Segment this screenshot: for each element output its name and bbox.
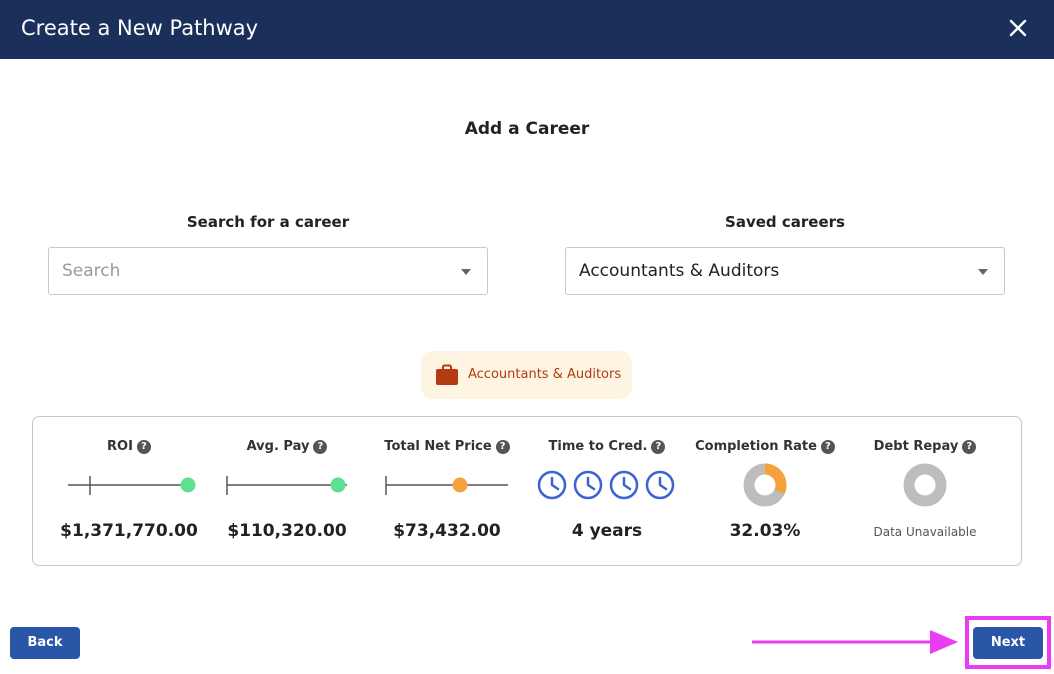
stat-total-net-price: Total Net Price? $73,432.00 (367, 417, 527, 565)
clock-icon (573, 470, 603, 500)
completion-donut (743, 463, 787, 507)
stat-value: $1,371,770.00 (60, 521, 198, 541)
selected-career-chip: Accountants & Auditors (421, 351, 632, 399)
section-title: Add a Career (464, 119, 590, 139)
help-icon[interactable]: ? (962, 440, 977, 454)
help-icon[interactable]: ? (313, 440, 328, 454)
help-icon[interactable]: ? (820, 440, 835, 454)
roi-slider (68, 476, 196, 495)
stat-avg-pay-title-row: Avg. Pay? (207, 439, 367, 454)
search-input[interactable]: Search (62, 261, 120, 281)
stat-value: $73,432.00 (393, 521, 501, 541)
stat-value: 32.03% (729, 521, 801, 541)
modal-title: Create a New Pathway (21, 16, 259, 40)
avg-pay-slider-dot (330, 477, 346, 493)
donut-segment (764, 463, 787, 495)
net-price-slider-dot (452, 477, 468, 493)
clock-icon (609, 470, 639, 500)
stat-title: Completion Rate (695, 439, 817, 454)
close-icon[interactable] (1006, 16, 1030, 40)
roi-slider-dot (180, 477, 196, 493)
stat-time-to-cred: Time to Cred.? 4 years (527, 417, 687, 565)
stat-value: Data Unavailable (873, 525, 977, 539)
search-label: Search for a career (186, 213, 350, 231)
career-stats-panel: ROI? $1,371,770.00 Avg. Pay? $110,320.00… (32, 416, 1022, 566)
stat-debt-title-row: Debt Repay? (845, 439, 1005, 454)
clock-icon (537, 470, 567, 500)
debt-repay-donut (903, 463, 947, 507)
saved-careers-dropdown[interactable]: Accountants & Auditors (565, 247, 1005, 295)
back-button[interactable]: Back (10, 627, 80, 659)
stat-value: 4 years (571, 521, 643, 541)
help-icon[interactable]: ? (651, 440, 666, 454)
saved-careers-label: Saved careers (725, 213, 845, 231)
stat-value: $110,320.00 (227, 521, 347, 541)
stat-completion-rate: Completion Rate? 32.03% (685, 417, 845, 565)
stat-debt-repay: Debt Repay? Data Unavailable (845, 417, 1005, 565)
stat-title: ROI (107, 439, 133, 454)
stat-completion-title-row: Completion Rate? (685, 439, 845, 454)
help-icon[interactable]: ? (495, 440, 510, 454)
chevron-down-icon[interactable] (978, 269, 988, 275)
stat-title: Time to Cred. (548, 439, 648, 454)
donut-track (903, 463, 947, 507)
stat-title: Debt Repay (873, 439, 959, 454)
stat-net-price-title-row: Total Net Price? (367, 439, 527, 454)
chip-label: Accountants & Auditors (468, 367, 622, 382)
create-pathway-modal: Create a New Pathway Add a Career Search… (0, 0, 1054, 674)
modal-header: Create a New Pathway (0, 0, 1054, 59)
avg-pay-slider (226, 476, 347, 495)
stat-title: Avg. Pay (246, 439, 310, 454)
clock-icons (537, 470, 675, 500)
chevron-down-icon[interactable] (461, 269, 471, 275)
stat-roi: ROI? $1,371,770.00 (49, 417, 209, 565)
arrow-annotation-icon (752, 630, 958, 654)
stat-avg-pay: Avg. Pay? $110,320.00 (207, 417, 367, 565)
stat-time-title-row: Time to Cred.? (527, 439, 687, 454)
help-icon[interactable]: ? (136, 440, 151, 454)
briefcase-icon (435, 364, 459, 391)
next-button[interactable]: Next (973, 627, 1043, 659)
stat-title: Total Net Price (384, 439, 492, 454)
stat-roi-title-row: ROI? (49, 439, 209, 454)
career-search-dropdown[interactable]: Search (48, 247, 488, 295)
saved-careers-value: Accountants & Auditors (579, 261, 780, 281)
net-price-slider (385, 476, 508, 495)
clock-icon (645, 470, 675, 500)
